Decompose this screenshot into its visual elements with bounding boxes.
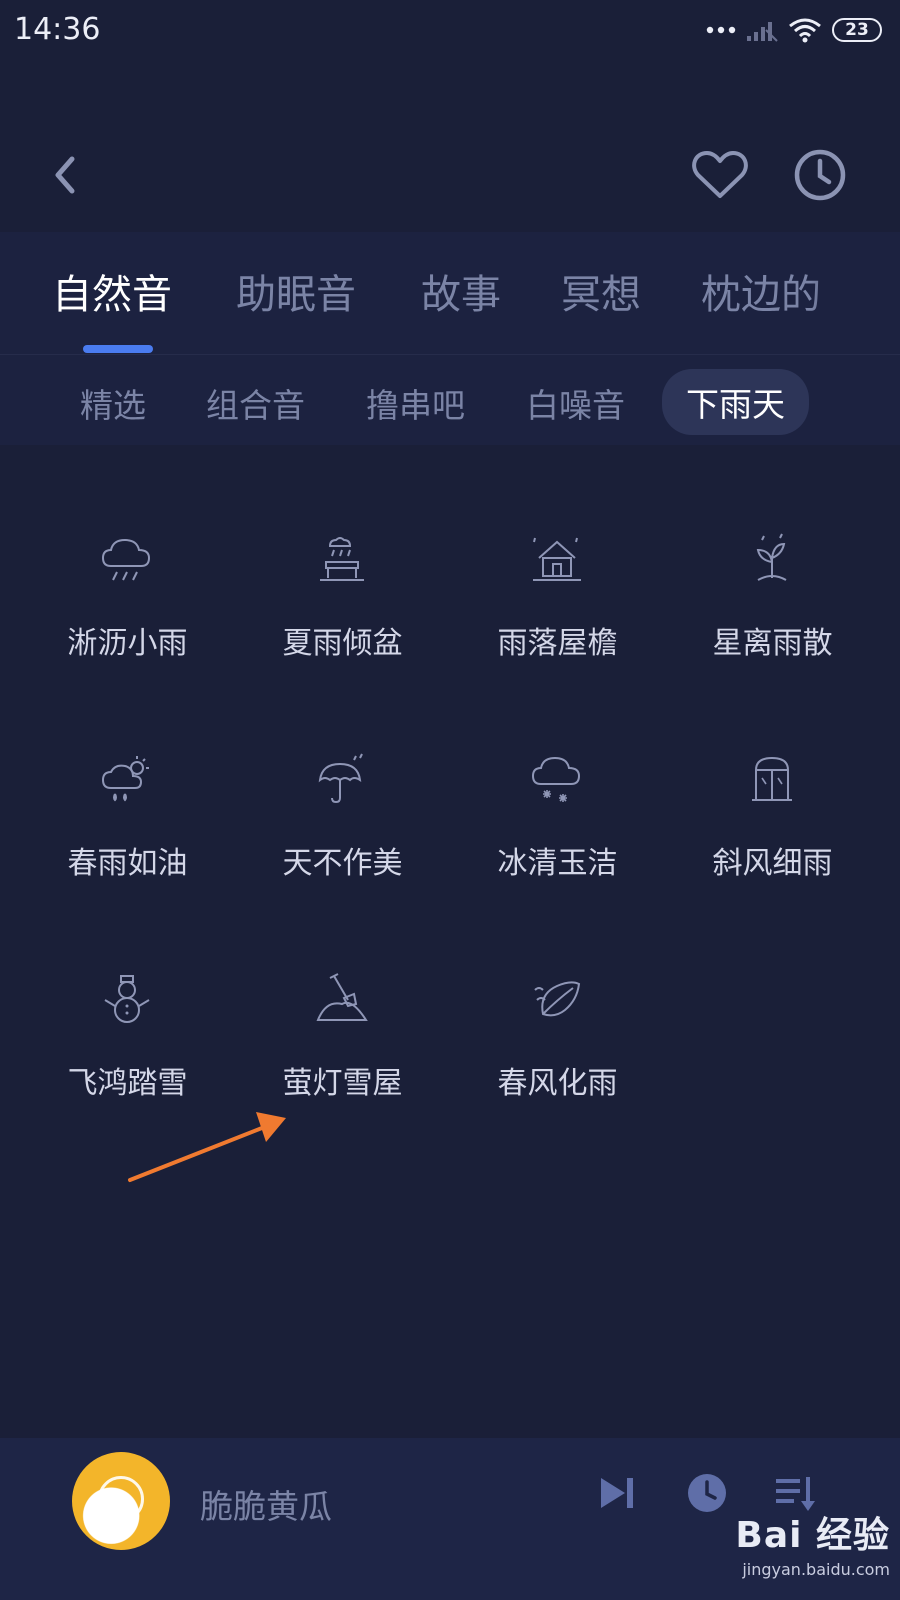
sound-label: 淅沥小雨 <box>67 626 188 661</box>
rain-cloud-icon <box>101 538 151 581</box>
tab-stories[interactable]: 故事 <box>421 262 501 320</box>
sound-label: 春风化雨 <box>497 1066 618 1101</box>
skip-next-icon <box>601 1478 633 1508</box>
sound-item[interactable]: 星离雨散 <box>665 510 880 710</box>
sound-label: 冰清玉洁 <box>497 846 618 881</box>
subtab-rainy-day[interactable]: 下雨天 <box>662 369 809 435</box>
shovel-snow-icon <box>316 973 368 1021</box>
status-bar: 14:36 23 <box>0 0 900 64</box>
sound-item[interactable]: 天不作美 <box>235 730 450 930</box>
sound-item[interactable]: 春风化雨 <box>450 950 665 1150</box>
tab-meditation[interactable]: 冥想 <box>561 262 641 320</box>
status-time: 14:36 <box>14 12 101 47</box>
subtab-white-noise[interactable]: 白噪音 <box>526 379 625 427</box>
sprout-rain-icon <box>756 533 787 581</box>
mini-player: 脆脆黄瓜 Bai 经验 jingyan.baidu.com <box>0 1438 900 1600</box>
track-title: 脆脆黄瓜 <box>200 1487 332 1526</box>
tab-bedside[interactable]: 枕边的 <box>701 262 821 320</box>
umbrella-icon <box>318 753 363 804</box>
subtab-featured[interactable]: 精选 <box>80 379 146 427</box>
window-icon <box>752 756 792 801</box>
sound-label: 春雨如油 <box>67 846 188 881</box>
tabs-fade <box>810 232 900 354</box>
sound-label: 雨落屋檐 <box>497 626 618 661</box>
history-button[interactable] <box>790 145 850 205</box>
sound-label: 星离雨散 <box>712 626 833 661</box>
sound-item[interactable]: 雨落屋檐 <box>450 510 665 710</box>
category-tabs: 自然音 助眠音 故事 冥想 枕边的 <box>0 232 900 354</box>
sound-item[interactable]: 冰清玉洁 <box>450 730 665 930</box>
house-rain-icon <box>533 537 581 581</box>
tab-indicator <box>83 345 153 353</box>
sound-label: 夏雨倾盆 <box>282 626 403 661</box>
clock-icon <box>794 149 846 201</box>
next-button[interactable] <box>592 1468 642 1518</box>
heart-icon <box>692 151 748 198</box>
snowman-icon <box>104 975 150 1023</box>
leaf-icon <box>534 981 581 1017</box>
watermark: Bai 经验 jingyan.baidu.com <box>690 1506 890 1579</box>
sound-item[interactable]: 淅沥小雨 <box>20 510 235 710</box>
watermark-brand: Bai 经验 <box>735 1515 890 1556</box>
subcategory-tabs: 精选 组合音 撸串吧 白噪音 下雨天 <box>0 354 900 445</box>
battery-indicator: 23 <box>832 18 882 42</box>
favorite-button[interactable] <box>690 145 750 205</box>
snow-cloud-icon <box>531 756 581 802</box>
sound-label: 斜风细雨 <box>712 846 833 881</box>
status-icons: 23 <box>706 14 882 46</box>
tab-sleep-sounds[interactable]: 助眠音 <box>236 262 356 320</box>
tab-nature-sounds[interactable]: 自然音 <box>52 262 172 320</box>
sound-item[interactable]: 春雨如油 <box>20 730 235 930</box>
play-icon[interactable] <box>98 1476 144 1522</box>
signal-icon <box>747 22 778 42</box>
watermark-url: jingyan.baidu.com <box>742 1560 890 1579</box>
subtab-combined[interactable]: 组合音 <box>206 379 305 427</box>
more-dots-icon <box>706 26 736 34</box>
wifi-icon <box>789 18 821 43</box>
sound-item[interactable]: 夏雨倾盆 <box>235 510 450 710</box>
sound-item[interactable]: 斜风细雨 <box>665 730 880 930</box>
sound-label: 萤灯雪屋 <box>282 1066 403 1101</box>
downpour-bench-icon <box>320 537 364 581</box>
album-cover[interactable] <box>72 1452 170 1550</box>
sound-item[interactable]: 飞鸿踏雪 <box>20 950 235 1150</box>
sun-cloud-rain-icon <box>101 756 149 802</box>
top-nav <box>0 130 900 220</box>
chevron-left-icon <box>55 156 75 194</box>
sound-label: 天不作美 <box>282 846 403 881</box>
sound-label: 飞鸿踏雪 <box>67 1066 188 1101</box>
subtab-bbq[interactable]: 撸串吧 <box>366 379 465 427</box>
sound-item[interactable]: 萤灯雪屋 <box>235 950 450 1150</box>
back-button[interactable] <box>40 150 90 200</box>
